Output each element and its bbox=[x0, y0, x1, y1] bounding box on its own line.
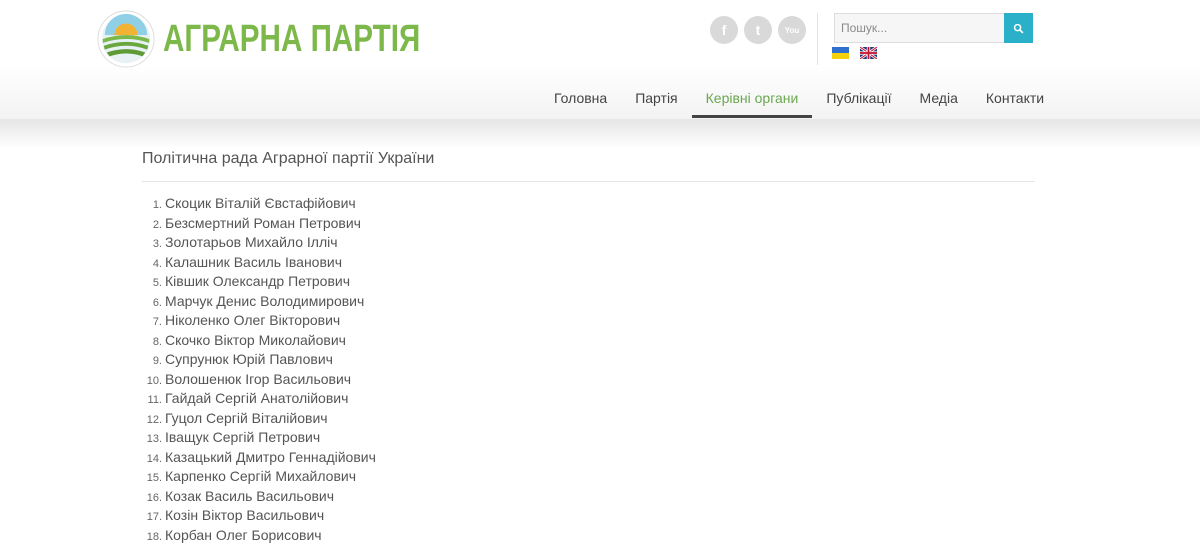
list-item: 2. Безсмертний Роман Петрович bbox=[142, 214, 376, 234]
list-item-number: 1. bbox=[152, 199, 162, 211]
twitter-icon[interactable]: t bbox=[744, 16, 772, 44]
header-divider bbox=[817, 13, 818, 65]
member-name: Золотарьов Михайло Ілліч bbox=[165, 234, 338, 250]
facebook-icon[interactable]: f bbox=[710, 16, 738, 44]
member-name: Волошенюк Ігор Васильович bbox=[165, 370, 352, 387]
list-item: 17. Козін Віктор Васильович bbox=[142, 506, 376, 526]
list-item-number: 11. bbox=[147, 394, 162, 406]
ukraine-flag-icon[interactable] bbox=[832, 47, 849, 59]
list-item: 7. Ніколенко Олег Вікторович bbox=[142, 311, 376, 331]
member-name: Безсмертний Роман Петрович bbox=[165, 214, 361, 231]
list-item: 9. Супрунюк Юрій Павлович bbox=[142, 350, 376, 370]
list-item-number: 15. bbox=[146, 472, 162, 484]
language-switcher bbox=[832, 47, 877, 59]
search-icon bbox=[1013, 23, 1024, 33]
member-name: Казацький Дмитро Геннадійович bbox=[165, 448, 376, 465]
member-name: Гуцол Сергій Віталійович bbox=[165, 409, 328, 426]
member-name: Гайдай Сергій Анатолійович bbox=[165, 390, 349, 406]
list-item: 5. Ківшик Олександр Петрович bbox=[142, 272, 376, 292]
member-name: Супрунюк Юрій Павлович bbox=[165, 351, 333, 367]
nav-item-party[interactable]: Партія bbox=[621, 80, 691, 118]
list-item-number: 17. bbox=[146, 511, 162, 523]
list-item: 10. Волошенюк Ігор Васильович bbox=[142, 370, 376, 390]
logo-emblem-icon bbox=[97, 10, 155, 68]
member-name: Іващук Сергій Петрович bbox=[165, 429, 321, 445]
site-logo[interactable]: АГРАРНА ПАРТІЯ bbox=[97, 9, 493, 69]
list-item: 18. Корбан Олег Борисович bbox=[142, 526, 376, 546]
uk-flag-icon[interactable] bbox=[860, 47, 877, 59]
list-item: 13. Іващук Сергій Петрович bbox=[142, 428, 376, 448]
member-name: Козін Віктор Васильович bbox=[165, 507, 325, 523]
list-item: 3. Золотарьов Михайло Ілліч bbox=[142, 233, 376, 253]
member-name: Марчук Денис Володимирович bbox=[165, 292, 365, 309]
member-name: Карпенко Сергій Михайлович bbox=[165, 468, 356, 484]
member-name: Калашник Василь Іванович bbox=[165, 253, 343, 270]
list-item: 16. Козак Василь Васильович bbox=[142, 487, 376, 507]
member-name: Ківшик Олександр Петрович bbox=[165, 273, 351, 289]
list-item: 4. Калашник Василь Іванович bbox=[142, 253, 376, 273]
list-item: 15. Карпенко Сергій Михайлович bbox=[142, 467, 376, 487]
member-name: Козак Василь Васильович bbox=[165, 487, 335, 504]
site-header: АГРАРНА ПАРТІЯ f t You Пошук... Головна … bbox=[0, 0, 1200, 119]
list-item: 1. Скоцик Віталій Євстафійович bbox=[142, 194, 376, 214]
title-divider bbox=[142, 181, 1035, 182]
nav-item-governing-bodies[interactable]: Керівні органи bbox=[691, 80, 813, 118]
nav-item-publications[interactable]: Публікації bbox=[812, 80, 905, 118]
list-item: 6. Марчук Денис Володимирович bbox=[142, 292, 376, 312]
social-links: f t You bbox=[710, 16, 806, 44]
list-item-number: 3. bbox=[152, 238, 162, 250]
list-item: 11. Гайдай Сергій Анатолійович bbox=[142, 389, 376, 409]
search-button[interactable] bbox=[1004, 13, 1033, 43]
page-title: Політична рада Аграрної партії України bbox=[142, 150, 435, 167]
search-form bbox=[834, 13, 1033, 43]
nav-item-home[interactable]: Головна bbox=[540, 80, 621, 118]
member-name: Корбан Олег Борисович bbox=[165, 526, 322, 543]
header-shadow-band bbox=[0, 119, 1200, 149]
member-name: Ніколенко Олег Вікторович bbox=[165, 312, 341, 328]
main-nav: Головна Партія Керівні органи Публікації… bbox=[540, 80, 1058, 118]
logo-text: АГРАРНА ПАРТІЯ bbox=[163, 17, 421, 60]
youtube-icon[interactable]: You bbox=[778, 16, 806, 44]
search-input[interactable] bbox=[834, 13, 1004, 43]
list-item-number: 5. bbox=[152, 277, 162, 289]
nav-item-contacts[interactable]: Контакти bbox=[972, 80, 1058, 118]
list-item-number: 9. bbox=[152, 355, 162, 367]
list-item: 12. Гуцол Сергій Віталійович bbox=[142, 409, 376, 429]
nav-item-media[interactable]: Медіа bbox=[906, 80, 972, 118]
list-item-number: 7. bbox=[152, 316, 162, 328]
member-name: Скочко Віктор Миколайович bbox=[165, 331, 346, 348]
list-item: 8. Скочко Віктор Миколайович bbox=[142, 331, 376, 351]
list-item-number: 18. bbox=[146, 530, 162, 543]
members-list: 1. Скоцик Віталій Євстафійович 2. Безсмерт… bbox=[142, 194, 376, 545]
list-item: 14. Казацький Дмитро Геннадійович bbox=[142, 448, 376, 468]
member-name: Скоцик Віталій Євстафійович bbox=[165, 195, 356, 211]
list-item-number: 13. bbox=[146, 433, 162, 445]
